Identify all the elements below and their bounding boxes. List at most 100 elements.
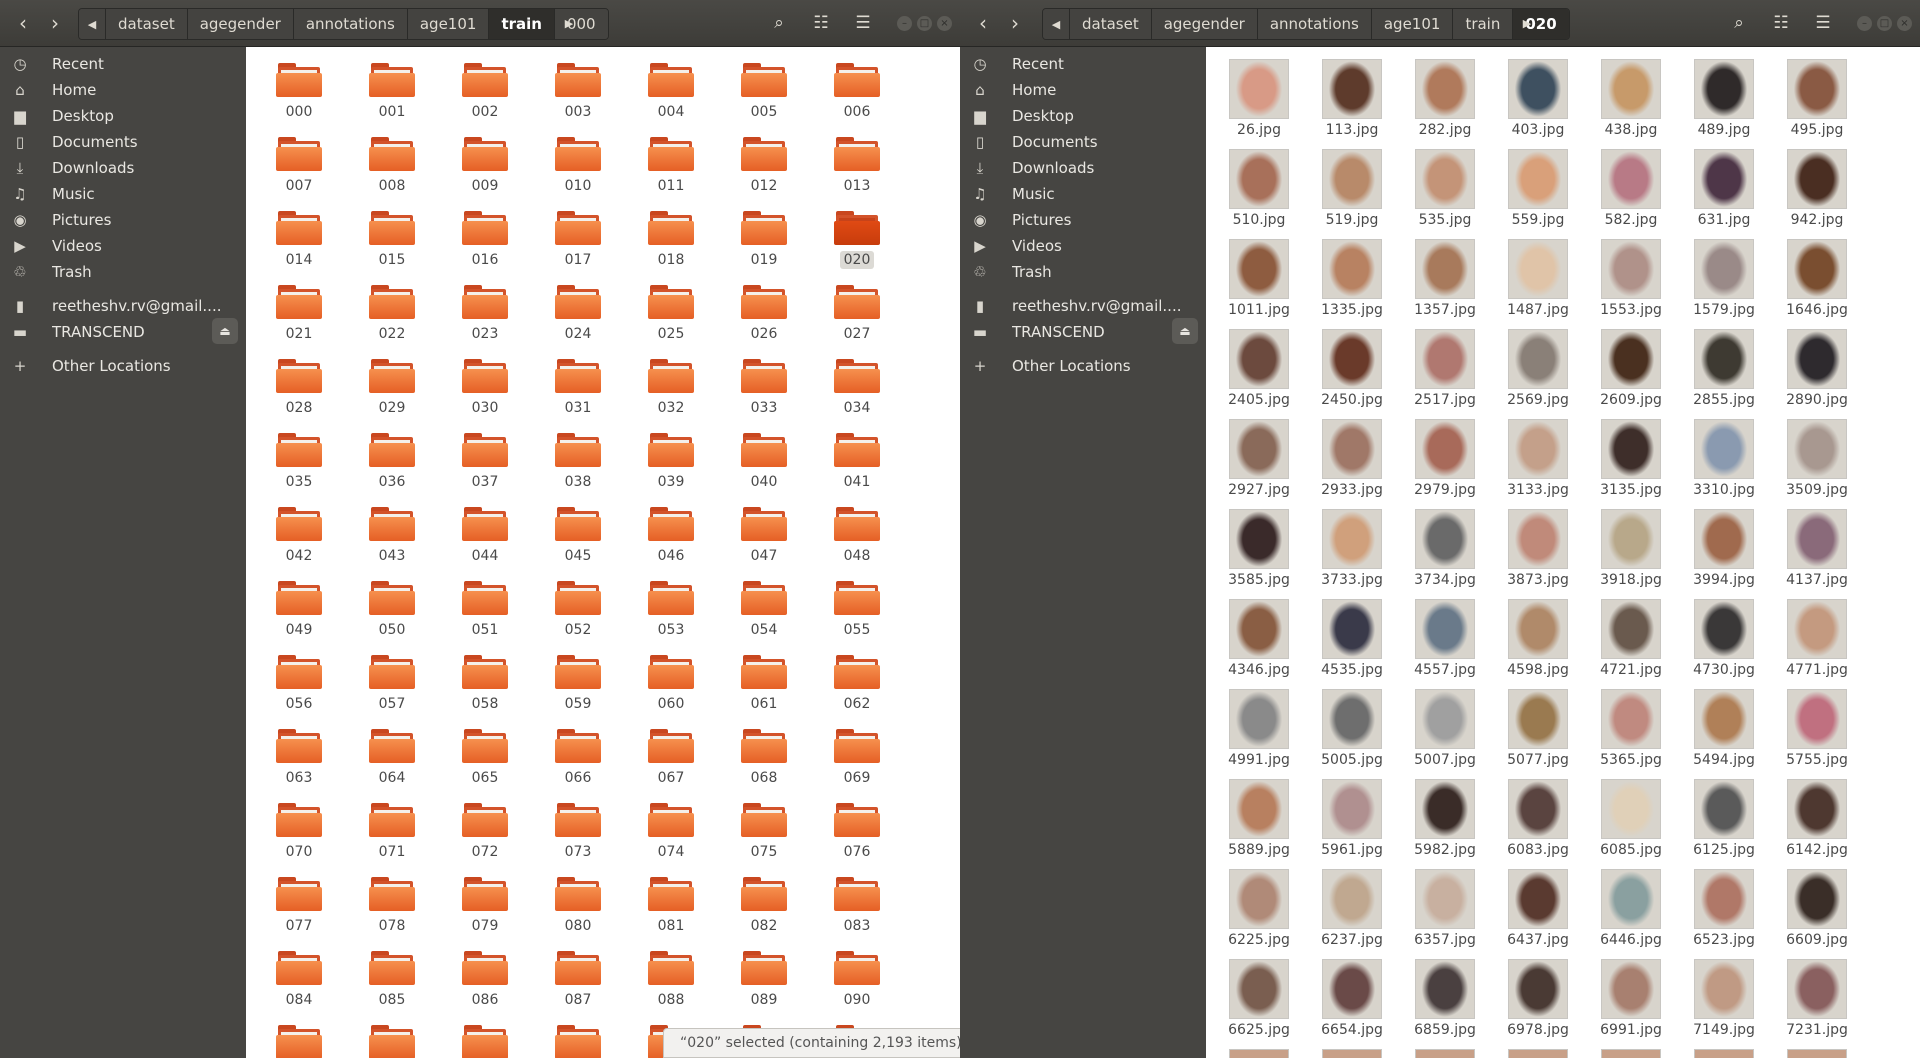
image-file-item[interactable] bbox=[1307, 1049, 1397, 1058]
image-file-item[interactable]: 6083.jpg bbox=[1493, 779, 1583, 858]
folder-item[interactable]: 008 bbox=[347, 135, 437, 195]
image-file-item[interactable]: 2890.jpg bbox=[1772, 329, 1862, 408]
folder-item[interactable]: 081 bbox=[626, 875, 716, 935]
folder-item[interactable]: 074 bbox=[626, 801, 716, 861]
forward-button[interactable]: › bbox=[1000, 8, 1030, 38]
image-file-item[interactable]: 3994.jpg bbox=[1679, 509, 1769, 588]
folder-item[interactable]: 013 bbox=[812, 135, 902, 195]
image-file-item[interactable]: 113.jpg bbox=[1307, 59, 1397, 138]
sidebar-item-transcend[interactable]: ▬ TRANSCEND ⏏ bbox=[0, 316, 246, 348]
image-file-item[interactable]: 559.jpg bbox=[1493, 149, 1583, 228]
image-file-item[interactable]: 6225.jpg bbox=[1214, 869, 1304, 948]
image-file-item[interactable] bbox=[1586, 1049, 1676, 1058]
image-file-item[interactable]: 6625.jpg bbox=[1214, 959, 1304, 1038]
folder-item[interactable]: 089 bbox=[719, 949, 809, 1009]
folder-item[interactable]: 015 bbox=[347, 209, 437, 269]
folder-item[interactable]: 018 bbox=[626, 209, 716, 269]
image-file-item[interactable]: 2979.jpg bbox=[1400, 419, 1490, 498]
image-file-item[interactable]: 3133.jpg bbox=[1493, 419, 1583, 498]
folder-item[interactable]: 064 bbox=[347, 727, 437, 787]
folder-item[interactable]: 022 bbox=[347, 283, 437, 343]
folder-item[interactable]: 048 bbox=[812, 505, 902, 565]
folder-item[interactable]: 070 bbox=[254, 801, 344, 861]
folder-item[interactable]: 026 bbox=[719, 283, 809, 343]
image-file-item[interactable]: 1357.jpg bbox=[1400, 239, 1490, 318]
image-file-item[interactable]: 1646.jpg bbox=[1772, 239, 1862, 318]
image-file-item[interactable]: 582.jpg bbox=[1586, 149, 1676, 228]
folder-item[interactable]: 030 bbox=[440, 357, 530, 417]
image-file-item[interactable]: 4771.jpg bbox=[1772, 599, 1862, 678]
breadcrumb-item[interactable]: annotations bbox=[1257, 9, 1372, 39]
image-file-item[interactable]: 5982.jpg bbox=[1400, 779, 1490, 858]
folder-item[interactable]: 079 bbox=[440, 875, 530, 935]
folder-item[interactable]: 055 bbox=[812, 579, 902, 639]
image-file-item[interactable]: 6609.jpg bbox=[1772, 869, 1862, 948]
folder-item[interactable]: 029 bbox=[347, 357, 437, 417]
image-file-item[interactable]: 4346.jpg bbox=[1214, 599, 1304, 678]
breadcrumb-item[interactable]: annotations bbox=[293, 9, 408, 39]
image-file-item[interactable]: 5494.jpg bbox=[1679, 689, 1769, 768]
folder-item[interactable]: 057 bbox=[347, 653, 437, 713]
image-file-item[interactable]: 3734.jpg bbox=[1400, 509, 1490, 588]
image-file-item[interactable]: 3509.jpg bbox=[1772, 419, 1862, 498]
folder-item[interactable]: 062 bbox=[812, 653, 902, 713]
folder-item[interactable]: 020 bbox=[812, 209, 902, 269]
folder-item[interactable]: 031 bbox=[533, 357, 623, 417]
image-file-item[interactable]: 26.jpg bbox=[1214, 59, 1304, 138]
folder-item[interactable]: 005 bbox=[719, 61, 809, 121]
folder-item[interactable]: 050 bbox=[347, 579, 437, 639]
breadcrumb-item[interactable]: train bbox=[1453, 9, 1514, 39]
image-file-item[interactable]: 5755.jpg bbox=[1772, 689, 1862, 768]
folder-item[interactable]: 078 bbox=[347, 875, 437, 935]
breadcrumb-scroll-right-button[interactable]: ▶ bbox=[1516, 8, 1538, 38]
folder-item[interactable]: 003 bbox=[533, 61, 623, 121]
view-toggle-button[interactable]: ☷ bbox=[804, 8, 838, 38]
folder-item[interactable]: 044 bbox=[440, 505, 530, 565]
folder-item[interactable]: 077 bbox=[254, 875, 344, 935]
image-file-item[interactable]: 6237.jpg bbox=[1307, 869, 1397, 948]
image-file-item[interactable]: 6978.jpg bbox=[1493, 959, 1583, 1038]
folder-item[interactable]: 004 bbox=[626, 61, 716, 121]
image-file-item[interactable]: 4535.jpg bbox=[1307, 599, 1397, 678]
folder-item[interactable]: 017 bbox=[533, 209, 623, 269]
image-file-item[interactable]: 6523.jpg bbox=[1679, 869, 1769, 948]
image-file-item[interactable]: 3733.jpg bbox=[1307, 509, 1397, 588]
image-file-item[interactable]: 4137.jpg bbox=[1772, 509, 1862, 588]
folder-item[interactable]: 076 bbox=[812, 801, 902, 861]
image-file-item[interactable] bbox=[1679, 1049, 1769, 1058]
image-file-item[interactable]: 5961.jpg bbox=[1307, 779, 1397, 858]
breadcrumb-scroll-left-button[interactable]: ◀ bbox=[1043, 9, 1070, 39]
breadcrumb-scroll-right-button[interactable]: ▶ bbox=[558, 8, 580, 38]
folder-item[interactable]: 002 bbox=[440, 61, 530, 121]
folder-item[interactable]: 011 bbox=[626, 135, 716, 195]
image-file-item[interactable]: 3873.jpg bbox=[1493, 509, 1583, 588]
image-file-item[interactable]: 1553.jpg bbox=[1586, 239, 1676, 318]
folder-item[interactable]: 039 bbox=[626, 431, 716, 491]
eject-button[interactable]: ⏏ bbox=[212, 318, 238, 344]
folder-item[interactable]: 027 bbox=[812, 283, 902, 343]
breadcrumb-item[interactable]: age101 bbox=[407, 9, 490, 39]
folder-item[interactable]: 085 bbox=[347, 949, 437, 1009]
image-file-item[interactable]: 6437.jpg bbox=[1493, 869, 1583, 948]
folder-item[interactable] bbox=[533, 1023, 623, 1058]
folder-item[interactable]: 082 bbox=[719, 875, 809, 935]
folder-item[interactable]: 024 bbox=[533, 283, 623, 343]
sidebar-item-trash[interactable]: ♲ Trash bbox=[0, 256, 246, 288]
image-file-item[interactable]: 510.jpg bbox=[1214, 149, 1304, 228]
folder-item[interactable]: 058 bbox=[440, 653, 530, 713]
folder-item[interactable] bbox=[347, 1023, 437, 1058]
folder-item[interactable]: 043 bbox=[347, 505, 437, 565]
folder-item[interactable]: 014 bbox=[254, 209, 344, 269]
folder-item[interactable]: 034 bbox=[812, 357, 902, 417]
folder-item[interactable]: 001 bbox=[347, 61, 437, 121]
image-file-item[interactable]: 5365.jpg bbox=[1586, 689, 1676, 768]
image-file-item[interactable]: 1011.jpg bbox=[1214, 239, 1304, 318]
maximize-button[interactable]: □ bbox=[917, 16, 932, 31]
folder-item[interactable]: 021 bbox=[254, 283, 344, 343]
folder-item[interactable] bbox=[254, 1023, 344, 1058]
image-file-item[interactable]: 4721.jpg bbox=[1586, 599, 1676, 678]
breadcrumb-item[interactable]: agegender bbox=[187, 9, 294, 39]
image-file-item[interactable]: 4598.jpg bbox=[1493, 599, 1583, 678]
image-file-item[interactable]: 2609.jpg bbox=[1586, 329, 1676, 408]
folder-item[interactable]: 067 bbox=[626, 727, 716, 787]
